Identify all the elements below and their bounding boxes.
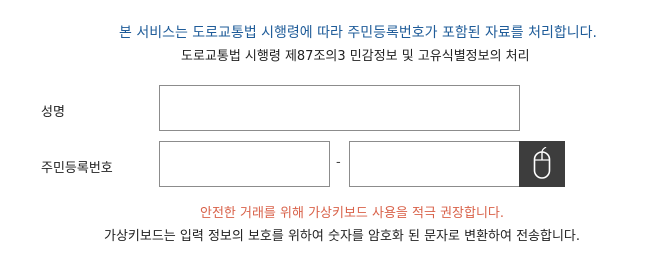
mouse-icon (533, 147, 551, 179)
rrn-separator: - (336, 155, 341, 170)
virtual-keyboard-button[interactable] (519, 141, 565, 187)
notice-sub-text: 도로교통법 시행령 제87조의3 민감정보 및 고유식별정보의 처리 (181, 49, 530, 64)
rrn-front-input[interactable] (159, 141, 330, 187)
notice-main-text: 본 서비스는 도로교통법 시행령에 따라 주민등록번호가 포함된 자료를 처리합… (119, 25, 597, 41)
name-label: 성명 (41, 105, 65, 120)
virtual-keyboard-info: 가상키보드는 입력 정보의 보호를 위하여 숫자를 암호화 된 문자로 변환하여… (104, 229, 581, 244)
name-input[interactable] (159, 85, 520, 131)
rrn-back-input[interactable] (349, 141, 520, 187)
virtual-keyboard-warning: 안전한 거래를 위해 가상키보드 사용을 적극 권장합니다. (200, 206, 505, 221)
rrn-label: 주민등록번호 (41, 161, 113, 176)
